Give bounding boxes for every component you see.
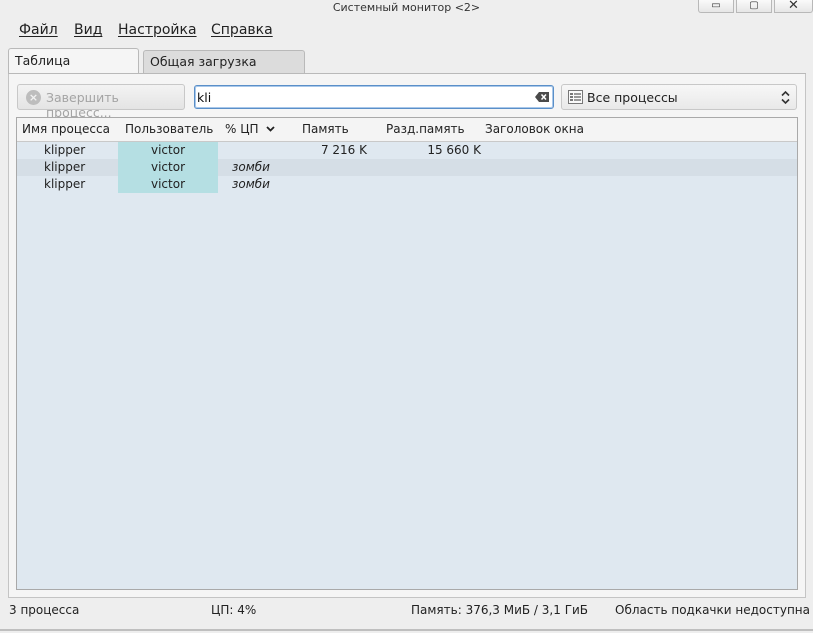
process-user: victor [118, 142, 218, 159]
status-swap: Область подкачки недоступна [615, 603, 810, 617]
table-row[interactable]: klipper victor 7 216 K 15 660 K [17, 142, 797, 159]
end-process-button[interactable]: × Завершить процесс... [17, 84, 185, 120]
column-header-window-title[interactable]: Заголовок окна [485, 122, 584, 136]
window-title: Системный монитор <2> [332, 1, 481, 14]
search-box [194, 85, 554, 109]
process-cpu: зомби [232, 177, 270, 191]
column-header-shared-memory[interactable]: Разд.память [386, 122, 465, 136]
menu-view[interactable]: Вид [74, 22, 102, 38]
process-cpu: зомби [232, 160, 270, 174]
table-row[interactable]: klipper victor зомби [17, 159, 797, 176]
minimize-button[interactable]: ▭ [698, 0, 734, 13]
status-process-count: 3 процесса [9, 603, 80, 617]
tab-system-load[interactable]: Общая загрузка системы [143, 50, 305, 84]
list-icon [568, 90, 583, 104]
status-memory: Память: 376,3 МиБ / 3,1 ГиБ [411, 603, 589, 617]
cancel-circle-icon: × [26, 90, 41, 105]
process-name: klipper [44, 143, 86, 157]
process-memory: 7 216 K [320, 143, 367, 157]
sort-descending-icon [266, 126, 275, 132]
tab-process-table[interactable]: Таблица процессов [8, 48, 139, 83]
clear-text-icon[interactable] [535, 91, 550, 103]
process-user: victor [118, 176, 218, 193]
process-name: klipper [44, 160, 86, 174]
search-input[interactable] [197, 88, 527, 106]
process-name: klipper [44, 177, 86, 191]
process-table[interactable]: Имя процесса Пользователь % ЦП Память Ра… [16, 117, 798, 590]
column-header-process-name[interactable]: Имя процесса [22, 122, 110, 136]
process-filter-select[interactable]: Все процессы [561, 84, 797, 110]
filter-selected-label: Все процессы [587, 90, 678, 105]
window-bottom-border [0, 629, 813, 631]
menu-help[interactable]: Справка [211, 22, 273, 38]
menu-file[interactable]: Файл [19, 22, 58, 38]
table-header: Имя процесса Пользователь % ЦП Память Ра… [17, 118, 797, 142]
maximize-button[interactable]: ▢ [736, 0, 772, 13]
chevron-up-down-icon [781, 90, 790, 105]
menu-settings[interactable]: Настройка [118, 22, 197, 38]
status-cpu: ЦП: 4% [211, 603, 257, 617]
close-button[interactable]: ✕ [774, 0, 813, 13]
column-header-cpu[interactable]: % ЦП [225, 122, 259, 136]
column-header-memory[interactable]: Память [302, 122, 349, 136]
title-bar: Системный монитор <2> ▭ ▢ ✕ [0, 0, 813, 16]
process-shared-memory: 15 660 K [427, 143, 481, 157]
process-user: victor [118, 159, 218, 176]
end-process-label: Завершить процесс... [46, 90, 119, 120]
column-header-user[interactable]: Пользователь [125, 122, 213, 136]
table-row[interactable]: klipper victor зомби [17, 176, 797, 193]
